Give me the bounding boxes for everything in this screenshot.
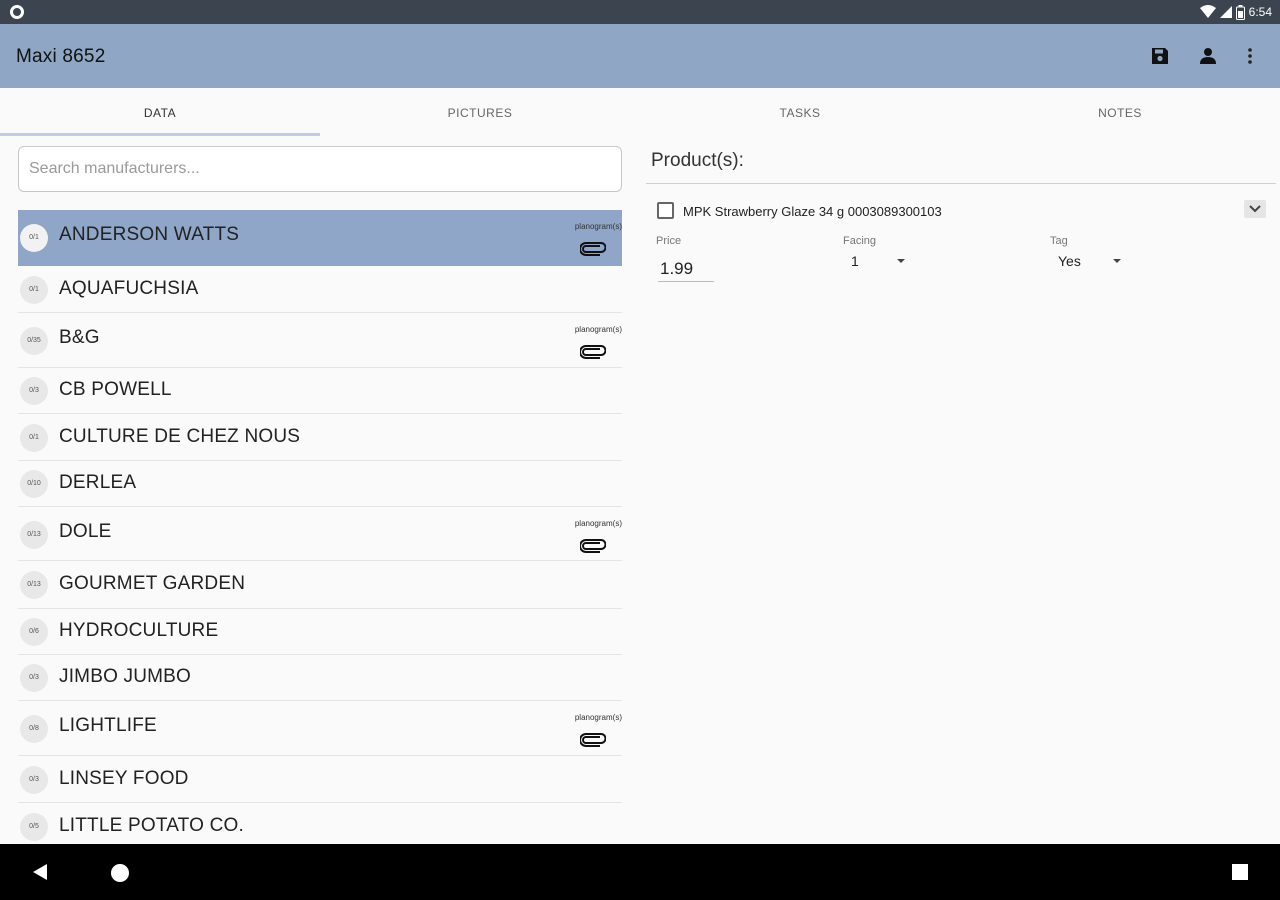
manufacturer-name: DOLE — [59, 521, 112, 542]
account-button[interactable] — [1196, 44, 1220, 68]
facing-select[interactable]: 1 — [851, 253, 911, 273]
planogram-label: planogram(s) — [574, 325, 622, 334]
status-bar: 6:54 — [0, 0, 1280, 24]
product-label: MPK Strawberry Glaze 34 g 0003089300103 — [683, 204, 942, 219]
planogram-label: planogram(s) — [574, 222, 622, 231]
tag-label: Tag — [1050, 235, 1068, 247]
page-title: Maxi 8652 — [16, 46, 106, 67]
tab-bar: DATA PICTURES TASKS NOTES — [0, 88, 1280, 138]
status-icons: 6:54 — [1199, 3, 1272, 21]
more-vert-icon — [1248, 48, 1252, 64]
progress-badge: 0/3 — [20, 377, 48, 405]
system-nav-bar — [0, 844, 1280, 900]
manufacturer-name: ANDERSON WATTS — [59, 224, 240, 245]
manufacturer-row[interactable]: 0/3 JIMBO JUMBO — [18, 655, 622, 701]
manufacturer-name: HYDROCULTURE — [59, 620, 219, 641]
progress-badge: 0/1 — [20, 276, 48, 304]
chevron-down-icon — [1249, 205, 1261, 213]
progress-badge: 0/1 — [20, 224, 48, 252]
manufacturer-row[interactable]: 0/1 ANDERSON WATTS planogram(s) — [18, 210, 622, 266]
save-button[interactable] — [1148, 44, 1172, 68]
manufacturer-row[interactable]: 0/1 AQUAFUCHSIA — [18, 266, 622, 313]
manufacturer-row[interactable]: 0/13 GOURMET GARDEN — [18, 561, 622, 609]
battery-icon — [1235, 4, 1245, 20]
progress-badge: 0/10 — [20, 470, 48, 498]
progress-badge: 0/35 — [20, 327, 48, 355]
back-button[interactable] — [30, 862, 52, 884]
products-heading: Product(s): — [651, 150, 744, 171]
manufacturer-row[interactable]: 0/3 LINSEY FOOD — [18, 756, 622, 803]
attachment-icon[interactable] — [580, 539, 606, 553]
attachment-icon[interactable] — [580, 345, 606, 359]
manufacturer-row[interactable]: 0/1 CULTURE DE CHEZ NOUS — [18, 414, 622, 461]
facing-dropdown-arrow-icon — [897, 259, 905, 263]
home-button[interactable] — [109, 862, 131, 884]
progress-badge: 0/13 — [20, 521, 48, 549]
progress-badge: 0/13 — [20, 571, 48, 599]
progress-badge: 0/3 — [20, 664, 48, 692]
manufacturer-row[interactable]: 0/35 B&G planogram(s) — [18, 313, 622, 368]
search-manufacturers-input[interactable] — [18, 146, 622, 192]
attachment-icon[interactable] — [580, 242, 606, 256]
tab-notes[interactable]: NOTES — [960, 88, 1280, 138]
tab-indicator — [0, 133, 320, 136]
manufacturer-name: CB POWELL — [59, 379, 172, 400]
progress-badge: 0/5 — [20, 813, 48, 841]
back-triangle-icon — [33, 864, 47, 880]
tag-value: Yes — [1058, 253, 1081, 269]
progress-badge: 0/8 — [20, 715, 48, 743]
clock: 6:54 — [1248, 5, 1272, 19]
manufacturer-row[interactable]: 0/3 CB POWELL — [18, 368, 622, 414]
manufacturer-name: GOURMET GARDEN — [59, 573, 246, 594]
manufacturer-name: JIMBO JUMBO — [59, 666, 192, 687]
facing-value: 1 — [851, 253, 859, 269]
products-divider — [646, 183, 1276, 184]
notification-icon — [10, 5, 24, 19]
facing-label: Facing — [843, 235, 877, 247]
manufacturer-name: LITTLE POTATO CO. — [59, 815, 244, 836]
manufacturer-name: B&G — [59, 327, 100, 348]
tab-tasks[interactable]: TASKS — [640, 88, 960, 138]
product-expand-button[interactable] — [1244, 200, 1266, 218]
manufacturer-row[interactable]: 0/13 DOLE planogram(s) — [18, 507, 622, 561]
price-label: Price — [656, 235, 682, 247]
recents-button[interactable] — [1230, 862, 1252, 884]
manufacturer-row[interactable]: 0/8 LIGHTLIFE planogram(s) — [18, 701, 622, 756]
tag-select[interactable]: Yes — [1058, 253, 1124, 273]
wifi-icon — [1199, 5, 1216, 19]
person-icon — [1200, 48, 1216, 64]
overflow-menu-button[interactable] — [1238, 44, 1262, 68]
manufacturer-name: DERLEA — [59, 472, 137, 493]
planogram-label: planogram(s) — [574, 713, 622, 722]
manufacturer-name: LIGHTLIFE — [59, 715, 157, 736]
home-circle-icon — [111, 864, 129, 882]
manufacturer-row[interactable]: 0/6 HYDROCULTURE — [18, 609, 622, 655]
progress-badge: 0/6 — [20, 618, 48, 646]
planogram-label: planogram(s) — [574, 519, 622, 528]
attachment-icon[interactable] — [580, 733, 606, 747]
manufacturer-name: LINSEY FOOD — [59, 768, 189, 789]
tag-dropdown-arrow-icon — [1113, 259, 1121, 263]
product-checkbox[interactable] — [657, 202, 674, 219]
app-bar: Maxi 8652 — [0, 24, 1280, 88]
recents-square-icon — [1232, 864, 1248, 880]
manufacturer-row[interactable]: 0/5 LITTLE POTATO CO. — [18, 803, 622, 850]
signal-icon — [1219, 5, 1232, 19]
manufacturer-list: 0/1 ANDERSON WATTS planogram(s) 0/1 AQUAFUCH… — [18, 210, 622, 850]
tab-data[interactable]: DATA — [0, 88, 320, 138]
save-icon — [1152, 48, 1168, 64]
progress-badge: 0/1 — [20, 424, 48, 452]
manufacturer-name: CULTURE DE CHEZ NOUS — [59, 426, 301, 447]
manufacturer-row[interactable]: 0/10 DERLEA — [18, 461, 622, 507]
progress-badge: 0/3 — [20, 766, 48, 794]
manufacturer-name: AQUAFUCHSIA — [59, 278, 199, 299]
price-input[interactable] — [658, 256, 714, 282]
tab-pictures[interactable]: PICTURES — [320, 88, 640, 138]
